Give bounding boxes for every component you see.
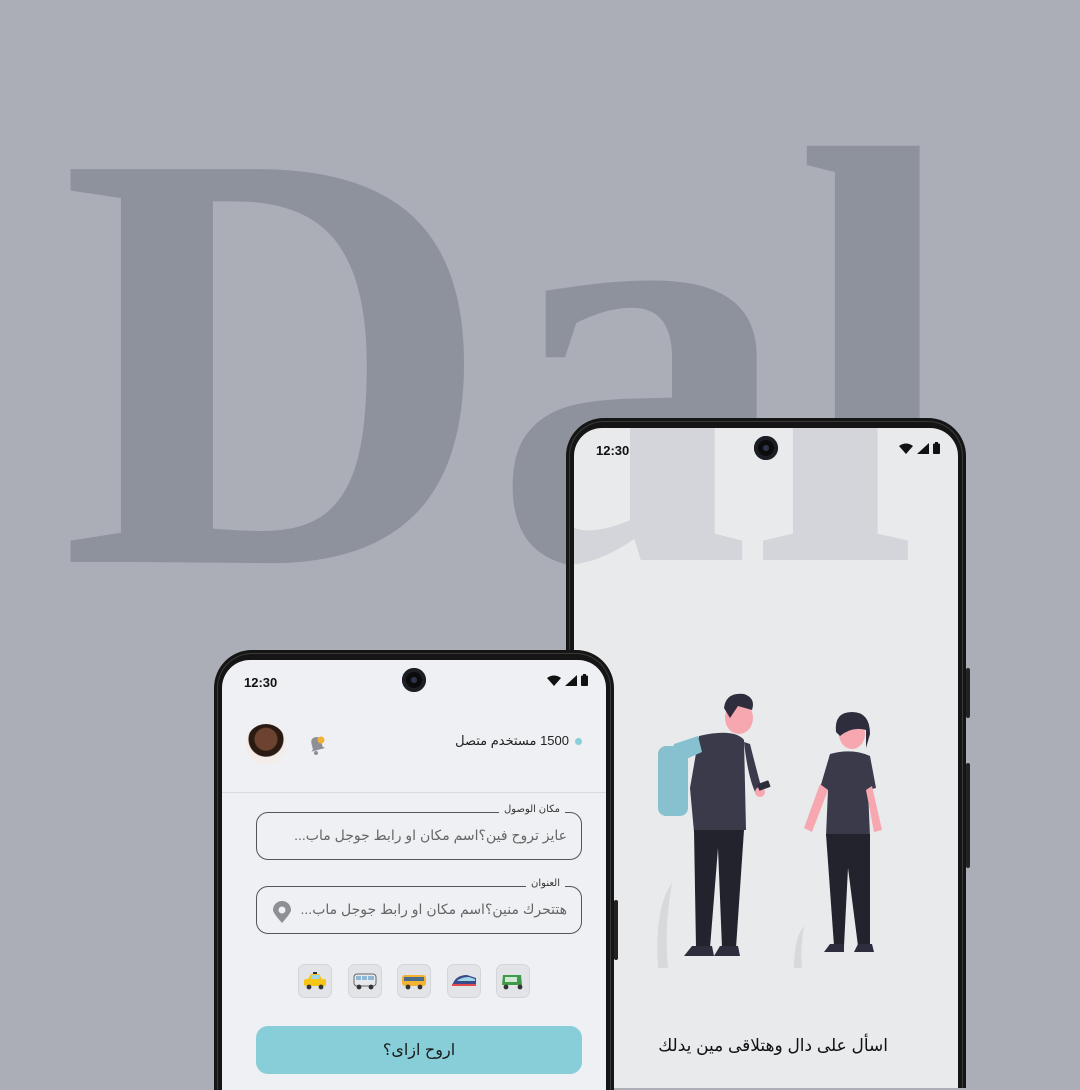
online-dot-icon (575, 737, 582, 745)
transport-mode-selector (298, 964, 530, 998)
destination-placeholder: عايز تروح فين؟اسم مكان او رابط جوجل ماب.… (294, 827, 567, 843)
phone-onboarding: Dal 12:30 (566, 418, 970, 1088)
signal-icon (565, 674, 577, 686)
taxi-icon[interactable] (298, 964, 332, 998)
onboarding-tagline: اسأل على دال وهتلاقى مين يدلك (658, 1036, 888, 1055)
battery-icon (933, 442, 940, 454)
online-users-count: 1500 مستخدم متصل (455, 733, 569, 748)
status-time: 12:30 (596, 443, 630, 458)
signal-icon (917, 442, 929, 454)
tuktuk-icon[interactable] (496, 964, 530, 998)
online-users-status: 1500 مستخدم متصل (455, 733, 582, 749)
avatar[interactable] (246, 724, 286, 764)
bus-icon[interactable] (397, 964, 431, 998)
origin-placeholder: هتتحرك منين؟اسم مكان او رابط جوجل ماب... (300, 901, 567, 917)
destination-label: مكان الوصول (499, 804, 565, 815)
onboarding-screen: Dal 12:30 (574, 428, 958, 1088)
search-screen: 12:30 1500 مستخدم متصل مكان الوصول عايز … (222, 660, 606, 1090)
camera-cutout (402, 668, 426, 692)
origin-field[interactable]: العنوان هتتحرك منين؟اسم مكان او رابط جوج… (256, 878, 582, 934)
status-time: 12:30 (244, 675, 278, 690)
wifi-icon (547, 675, 561, 686)
two-people-talking-illustration (657, 693, 882, 968)
phone-search: 12:30 1500 مستخدم متصل مكان الوصول عايز … (214, 650, 618, 1090)
bell-icon[interactable] (306, 734, 328, 756)
train-icon[interactable] (446, 964, 481, 998)
battery-icon (581, 674, 588, 686)
wifi-icon (899, 443, 913, 454)
destination-field[interactable]: مكان الوصول عايز تروح فين؟اسم مكان او را… (256, 804, 582, 860)
app-header: 1500 مستخدم متصل (222, 716, 606, 793)
origin-label: العنوان (526, 878, 565, 889)
location-pin-icon[interactable] (273, 901, 291, 923)
microbus-icon[interactable] (347, 964, 382, 998)
camera-cutout (754, 436, 778, 460)
find-route-button[interactable]: اروح ازاى؟ (256, 1026, 582, 1074)
